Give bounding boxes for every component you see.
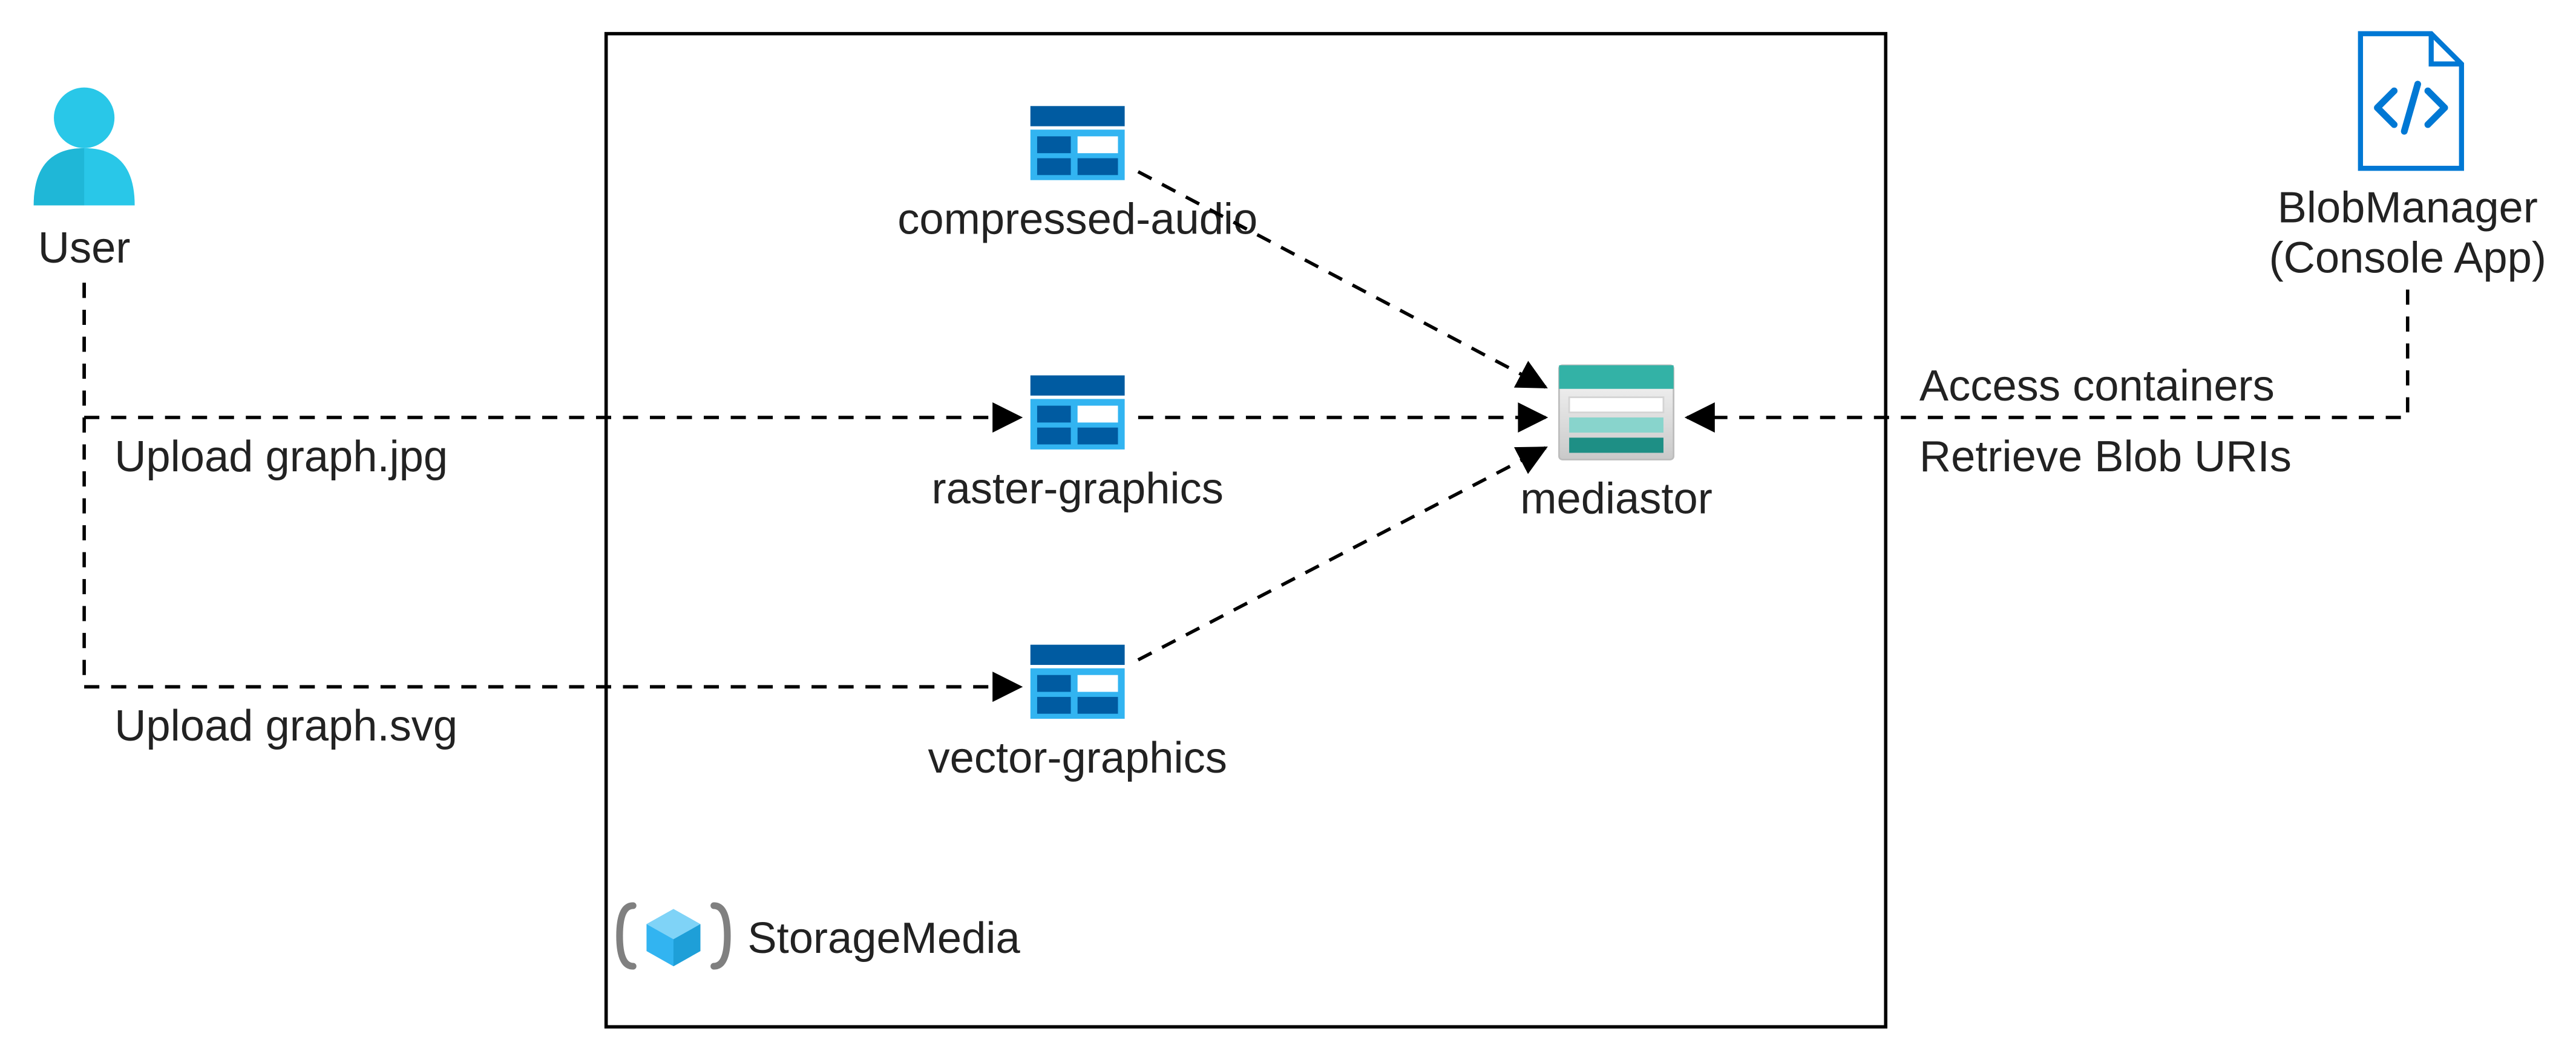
edge-label-retrieve-blob-uris: Retrieve Blob URIs: [1919, 433, 2292, 481]
edge-label-upload-svg: Upload graph.svg: [114, 702, 457, 750]
user-icon: [34, 88, 135, 206]
user-label: User: [38, 224, 131, 272]
blobmanager-node: BlobManager (Console App): [2269, 34, 2546, 283]
container-icon: [1031, 106, 1125, 180]
edge-label-access-containers: Access containers: [1919, 362, 2275, 410]
architecture-diagram: User StorageMedia compressed-audio: [0, 0, 2576, 1061]
resource-group-icon: [620, 906, 727, 966]
user-node: User: [34, 88, 135, 272]
edge-upload-svg: [84, 283, 1020, 687]
storage-account-label: mediastor: [1520, 475, 1712, 523]
container-label: vector-graphics: [928, 734, 1227, 782]
resource-group-label-group: StorageMedia: [620, 906, 1021, 966]
storage-account-mediastor: mediastor: [1520, 365, 1712, 523]
container-icon: [1031, 375, 1125, 449]
container-label: compressed-audio: [897, 195, 1257, 244]
container-label: raster-graphics: [932, 465, 1224, 513]
container-compressed-audio: compressed-audio: [897, 106, 1257, 243]
resource-group-label: StorageMedia: [747, 914, 1020, 963]
storage-account-icon: [1559, 365, 1673, 460]
blobmanager-label-line1: BlobManager: [2278, 183, 2538, 232]
edge-label-upload-jpg: Upload graph.jpg: [114, 433, 448, 481]
container-icon: [1031, 645, 1125, 719]
blobmanager-label-line2: (Console App): [2269, 234, 2546, 283]
edge-compressed-audio-to-mediastor: [1138, 172, 1545, 387]
container-raster-graphics: raster-graphics: [932, 375, 1224, 512]
resource-group-box: [606, 34, 1886, 1027]
container-vector-graphics: vector-graphics: [928, 645, 1227, 782]
code-file-icon: [2361, 34, 2462, 169]
edge-upload-jpg: [84, 283, 1020, 417]
